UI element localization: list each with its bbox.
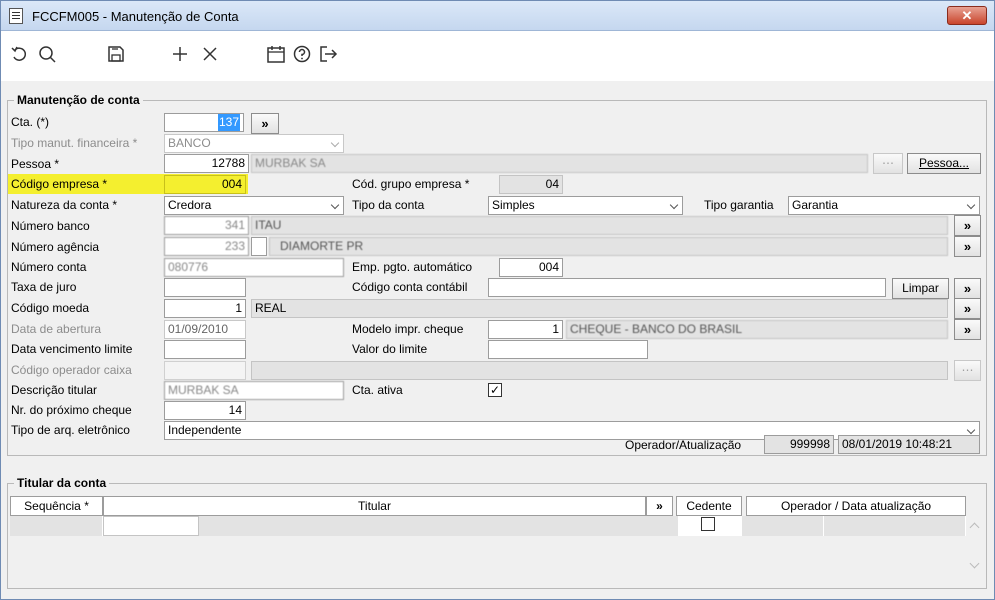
tipo-manut-label: Tipo manut. financeira * xyxy=(11,136,138,150)
cedente-checkbox[interactable] xyxy=(701,517,715,531)
row-operador-cell xyxy=(742,516,824,536)
natureza-label: Natureza da conta * xyxy=(11,198,118,212)
operador-caixa-lookup-button[interactable]: ⋯ xyxy=(954,360,981,381)
banco-name-field: ITAU xyxy=(251,216,948,235)
agencia-digit-input[interactable] xyxy=(251,237,267,256)
banco-more-button[interactable]: » xyxy=(954,215,981,236)
abertura-label: Data de abertura xyxy=(11,322,102,336)
moeda-code-input[interactable]: 1 xyxy=(164,299,246,318)
search-icon[interactable] xyxy=(37,43,59,65)
row-titular-name-cell[interactable] xyxy=(199,516,679,536)
op-code-field: 999998 xyxy=(764,435,834,454)
contabil-label: Código conta contábil xyxy=(352,280,468,294)
grid-scrollbar[interactable] xyxy=(967,516,983,581)
contabil-more-button[interactable]: » xyxy=(954,278,981,299)
banco-label: Número banco xyxy=(11,219,90,233)
operador-caixa-label: Código operador caixa xyxy=(11,363,132,377)
save-icon[interactable] xyxy=(105,43,127,65)
agencia-label: Número agência xyxy=(11,240,100,254)
op-date-field: 08/01/2019 10:48:21 xyxy=(838,435,980,454)
op-atual-label: Operador/Atualização xyxy=(625,438,742,452)
group-title-titular: Titular da conta xyxy=(14,476,110,490)
col-operador[interactable]: Operador / Data atualização xyxy=(746,496,966,516)
natureza-select[interactable]: Credora xyxy=(164,196,344,215)
modelo-more-button[interactable]: » xyxy=(954,319,981,340)
conta-label: Número conta xyxy=(11,260,87,274)
emp-pgto-label: Emp. pgto. automático xyxy=(352,260,473,274)
app-icon xyxy=(9,8,23,24)
prox-cheque-label: Nr. do próximo cheque xyxy=(11,403,132,417)
cta-label: Cta. (*) xyxy=(11,115,50,129)
descricao-label: Descrição titular xyxy=(11,383,98,397)
valor-limite-input[interactable] xyxy=(488,340,648,359)
col-sequencia[interactable]: Sequência * xyxy=(10,496,103,516)
row-titular-code-cell[interactable] xyxy=(103,516,199,536)
row-data-cell xyxy=(824,516,966,536)
venc-label: Data vencimento limite xyxy=(11,342,133,356)
tipo-conta-label: Tipo da conta xyxy=(352,198,425,212)
juro-input[interactable] xyxy=(164,278,246,297)
row-sequencia-cell[interactable] xyxy=(10,516,103,536)
pessoa-code-input[interactable]: 12788 xyxy=(164,154,249,173)
operador-caixa-input xyxy=(164,361,246,380)
operador-caixa-name-field xyxy=(251,361,948,380)
arq-label: Tipo de arq. eletrônico xyxy=(11,423,130,437)
venc-input[interactable] xyxy=(164,340,246,359)
ativa-label: Cta. ativa xyxy=(352,383,403,397)
cta-input[interactable]: 137 xyxy=(164,113,244,132)
title-bar: FCCFM005 - Manutenção de Conta ✕ xyxy=(1,1,994,31)
limpar-button[interactable]: Limpar xyxy=(892,278,949,299)
ativa-checkbox[interactable]: ✓ xyxy=(488,383,502,397)
tipo-garantia-select[interactable]: Garantia xyxy=(788,196,980,215)
abertura-field: 01/09/2010 xyxy=(164,320,246,339)
juro-label: Taxa de juro xyxy=(11,280,77,294)
moeda-name-field: REAL xyxy=(251,299,948,318)
banco-code-input[interactable]: 341 xyxy=(164,216,249,235)
delete-icon[interactable] xyxy=(199,43,221,65)
exit-icon[interactable] xyxy=(317,43,339,65)
pessoa-label: Pessoa * xyxy=(11,157,60,171)
tipo-manut-select[interactable]: BANCO xyxy=(164,134,344,153)
conta-input[interactable]: 080776 xyxy=(164,258,344,277)
valor-limite-label: Valor do limite xyxy=(352,342,428,356)
grupo-label: Cód. grupo empresa * xyxy=(352,177,470,191)
cta-more-button[interactable]: » xyxy=(251,113,279,134)
moeda-more-button[interactable]: » xyxy=(954,298,981,319)
close-button[interactable]: ✕ xyxy=(947,6,987,25)
modelo-code-input[interactable]: 1 xyxy=(488,320,563,339)
calendar-icon[interactable] xyxy=(265,43,287,65)
grupo-field: 04 xyxy=(499,175,563,194)
agencia-more-button[interactable]: » xyxy=(954,236,981,257)
undo-icon[interactable] xyxy=(9,43,31,65)
tipo-garantia-label: Tipo garantia xyxy=(704,198,774,212)
moeda-label: Código moeda xyxy=(11,301,90,315)
col-titular[interactable]: Titular xyxy=(103,496,646,516)
modelo-label: Modelo impr. cheque xyxy=(352,322,464,336)
pessoa-name-field: MURBAK SA xyxy=(251,154,868,173)
empresa-input[interactable]: 004 xyxy=(164,175,246,194)
add-icon[interactable] xyxy=(169,43,191,65)
toolbar xyxy=(1,31,994,81)
scroll-down-icon[interactable] xyxy=(969,558,980,569)
col-more-button[interactable]: » xyxy=(646,496,673,516)
modelo-name-field: CHEQUE - BANCO DO BRASIL xyxy=(566,320,948,339)
help-icon[interactable] xyxy=(291,43,313,65)
empresa-label: Código empresa * xyxy=(11,177,108,191)
emp-pgto-input[interactable]: 004 xyxy=(499,258,563,277)
tipo-conta-select[interactable]: Simples xyxy=(488,196,683,215)
prox-cheque-input[interactable]: 14 xyxy=(164,401,246,420)
pessoa-button[interactable]: Pessoa... xyxy=(907,153,981,174)
scroll-up-icon[interactable] xyxy=(969,522,980,533)
agencia-code-input[interactable]: 233 xyxy=(164,237,249,256)
col-cedente[interactable]: Cedente xyxy=(676,496,742,516)
descricao-input[interactable]: MURBAK SA xyxy=(164,381,344,400)
contabil-input[interactable] xyxy=(488,278,886,297)
pessoa-lookup-button[interactable]: ⋯ xyxy=(873,153,903,174)
main-window: FCCFM005 - Manutenção de Conta ✕ Manuten… xyxy=(0,0,995,600)
window-title: FCCFM005 - Manutenção de Conta xyxy=(32,9,239,24)
group-title: Manutenção de conta xyxy=(14,93,143,107)
agencia-name-field: DIAMORTE PR xyxy=(269,237,948,256)
